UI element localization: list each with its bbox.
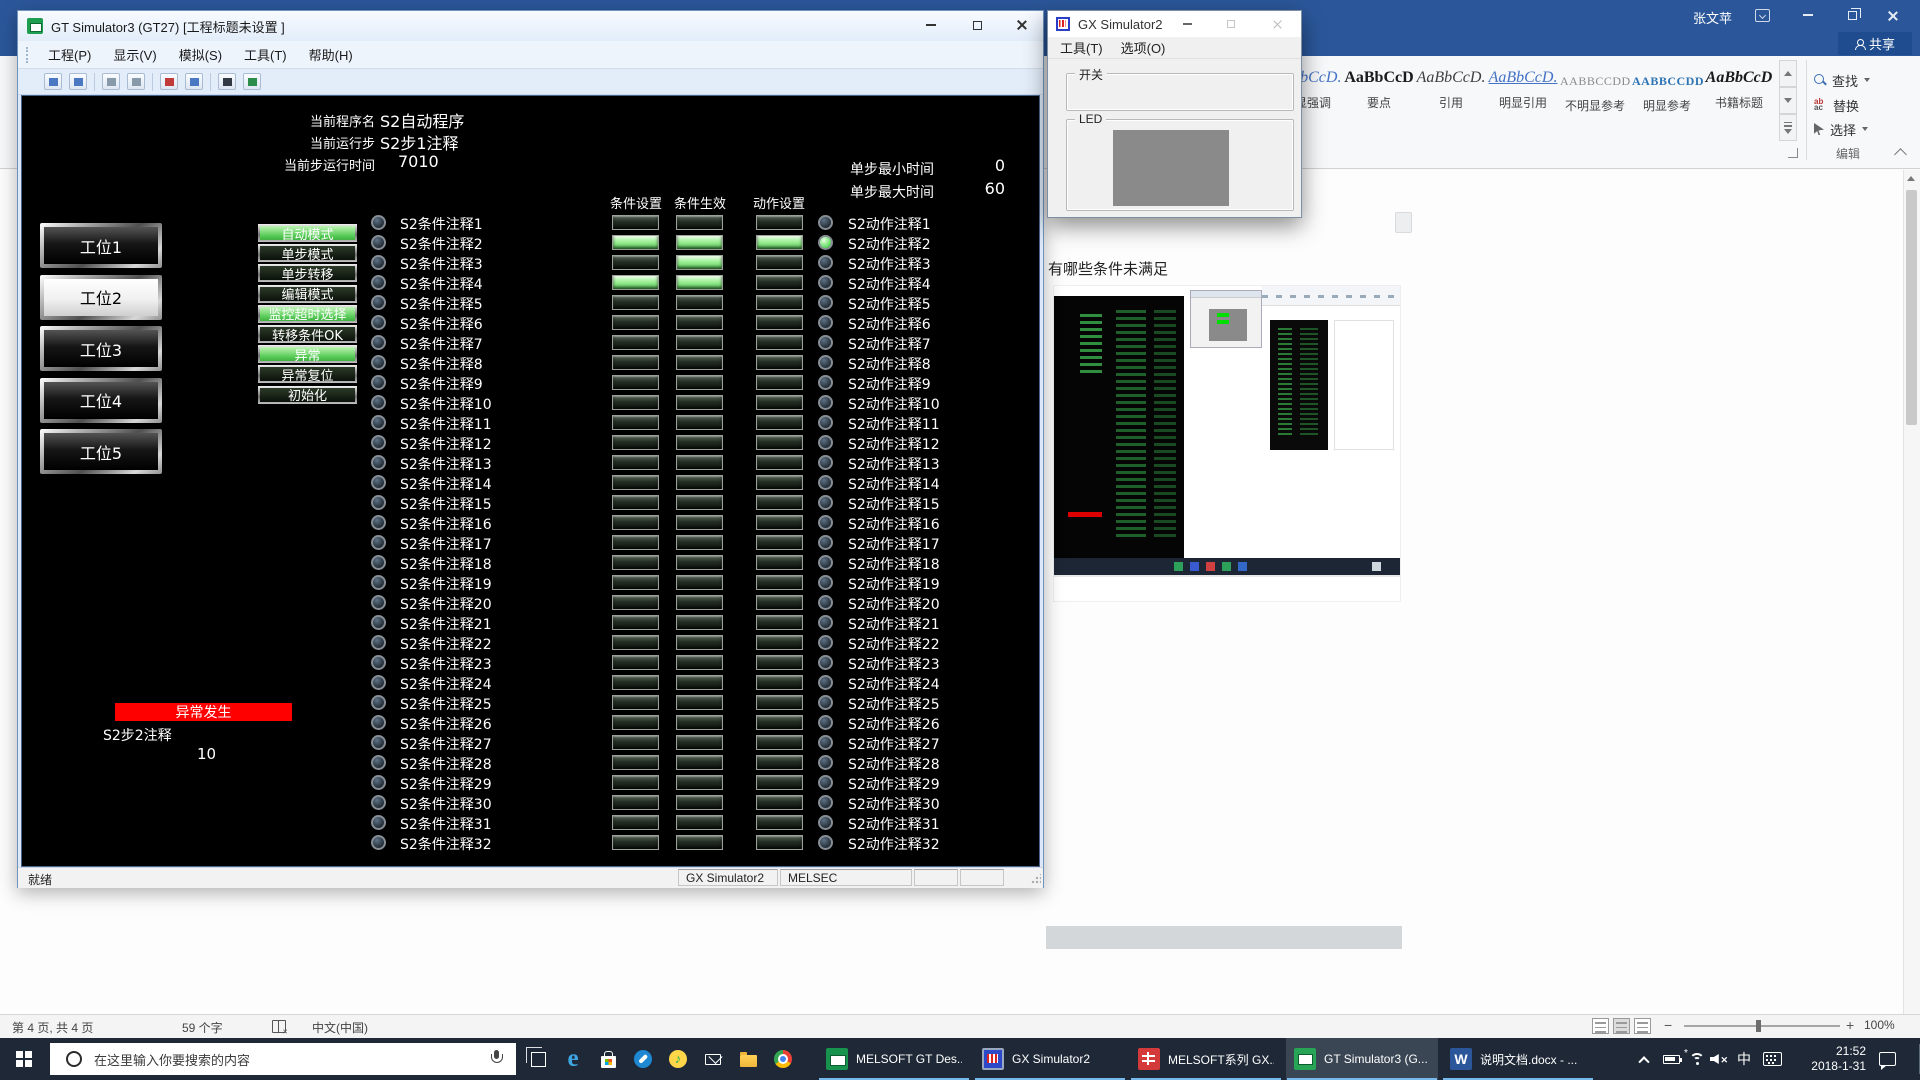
task-view-button[interactable] — [521, 1038, 555, 1080]
gx-sim-icon — [982, 1048, 1004, 1070]
store-button[interactable] — [591, 1038, 625, 1080]
gx-maximize-button[interactable] — [1218, 14, 1244, 34]
tray-date: 2018-1-31 — [1811, 1059, 1866, 1074]
microphone-icon[interactable] — [490, 1050, 502, 1067]
windows-logo-icon — [16, 1051, 32, 1067]
gx-window-frame: GX Simulator2 工具(T)选项(O) 开关 RESETSTOPRUN… — [1047, 10, 1302, 218]
gx-minimize-button[interactable] — [1174, 14, 1200, 34]
action-center-icon — [1879, 1052, 1896, 1066]
chrome-button[interactable] — [766, 1038, 800, 1080]
switch-groupbox: 开关 — [1066, 73, 1294, 111]
led-group-label: LED — [1075, 112, 1106, 126]
desktop: 张文苹 共享 AaBbCcD.明显强调AaBbCcD要点AaBbCcD.引用Aa… — [0, 0, 1920, 1080]
gx-window-title: GX Simulator2 — [1078, 17, 1163, 32]
touch-keyboard-icon[interactable] — [1758, 1038, 1786, 1080]
taskbar-app-label: GT Simulator3 (G... — [1324, 1052, 1428, 1066]
taskbar-app-label: GX Simulator2 — [1012, 1052, 1090, 1066]
search-placeholder-text: 在这里输入你要搜索的内容 — [94, 1050, 250, 1069]
hidden-icons-button[interactable] — [1632, 1038, 1656, 1080]
volume-muted-icon[interactable]: ✕ — [1706, 1038, 1732, 1080]
store-icon — [601, 1056, 616, 1068]
gx-menu-item-2[interactable]: 选项(O) — [1121, 38, 1166, 57]
led-panel — [1113, 130, 1229, 206]
wrench-icon — [634, 1050, 652, 1068]
gx-close-button[interactable] — [1264, 14, 1290, 34]
ime-language-indicator[interactable]: 中 — [1732, 1038, 1756, 1080]
cortana-icon — [66, 1051, 82, 1067]
gx-menu-item-1[interactable]: 工具(T) — [1060, 38, 1103, 57]
tray-time: 21:52 — [1836, 1044, 1866, 1059]
taskbar-app-word[interactable]: W 说明文档.docx - ... — [1442, 1038, 1594, 1080]
taskbar-app-label: MELSOFT GT Des... — [856, 1052, 962, 1066]
taskbar: 在这里输入你要搜索的内容 e ♪ MELSOFT GT Des... GX Sim… — [0, 1038, 1920, 1080]
edge-button[interactable]: e — [556, 1038, 590, 1080]
settings-tool-button[interactable] — [626, 1038, 660, 1080]
word-icon: W — [1450, 1048, 1472, 1070]
clock[interactable]: 21:52 2018-1-31 — [1796, 1038, 1866, 1080]
battery-status-icon[interactable] — [1658, 1038, 1684, 1080]
gt-designer-icon — [826, 1048, 848, 1070]
chevron-up-icon — [1638, 1056, 1649, 1067]
gx-works-icon — [1138, 1048, 1160, 1070]
qq-music-button[interactable]: ♪ — [661, 1038, 695, 1080]
taskbar-app-gt-sim[interactable]: GT Simulator3 (G... — [1286, 1038, 1438, 1080]
taskbar-app-label: MELSOFT系列 GX... — [1168, 1051, 1274, 1068]
taskbar-search-input[interactable]: 在这里输入你要搜索的内容 — [50, 1043, 516, 1075]
mail-icon — [705, 1054, 721, 1065]
action-center-button[interactable] — [1872, 1038, 1902, 1080]
gt-sim-icon — [1294, 1048, 1316, 1070]
folder-icon — [740, 1055, 757, 1067]
gx-simulator2-window: GX Simulator2 工具(T)选项(O) 开关 RESETSTOPRUN… — [0, 0, 1920, 1080]
gx-menu-bar: 工具(T) 选项(O) — [1048, 37, 1301, 59]
start-button[interactable] — [0, 1038, 48, 1080]
edge-icon: e — [567, 1049, 578, 1069]
taskbar-app-label: 说明文档.docx - ... — [1480, 1051, 1577, 1068]
taskbar-app-gx-sim[interactable]: GX Simulator2 — [974, 1038, 1126, 1080]
taskbar-app-gx-works[interactable]: MELSOFT系列 GX... — [1130, 1038, 1282, 1080]
music-note-icon: ♪ — [669, 1050, 687, 1068]
mail-button[interactable] — [696, 1038, 730, 1080]
gx-simulator-app-icon — [1056, 17, 1070, 31]
task-view-icon — [531, 1052, 546, 1067]
chrome-icon — [774, 1050, 792, 1068]
file-explorer-button[interactable] — [731, 1038, 765, 1080]
taskbar-app-gt-designer[interactable]: MELSOFT GT Des... — [818, 1038, 970, 1080]
switch-group-label: 开关 — [1075, 66, 1107, 83]
